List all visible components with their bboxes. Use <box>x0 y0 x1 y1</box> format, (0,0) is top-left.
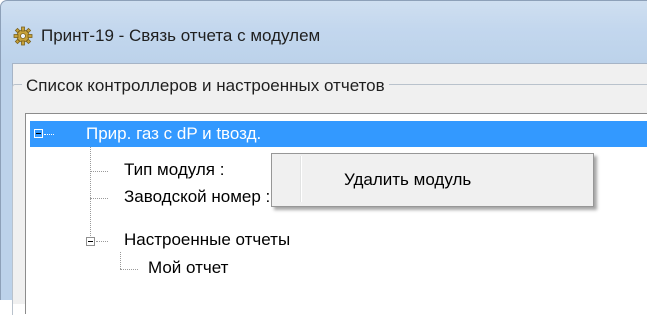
tree-connector-line <box>90 198 108 199</box>
tree-node-label: Тип модуля : <box>124 160 225 179</box>
gear-app-icon[interactable] <box>13 26 33 46</box>
tree-node-root[interactable]: Прир. газ с dP и tвозд. <box>30 121 647 147</box>
delete-module-menu-item[interactable]: Удалить модуль <box>344 170 471 190</box>
tree-connector-line <box>120 252 121 269</box>
context-menu: Удалить модуль <box>271 153 594 207</box>
tree-node-module-type[interactable]: Тип модуля : <box>124 160 224 180</box>
menu-icon-gutter <box>300 156 302 202</box>
tree-connector-line <box>120 269 138 270</box>
groupbox-label: Список контроллеров и настроенных отчето… <box>22 76 389 96</box>
tree-connector-line <box>44 134 54 135</box>
tree-connector-line <box>90 147 91 242</box>
tree-node-label: Прир. газ с dP и tвозд. <box>86 124 262 143</box>
collapse-icon[interactable] <box>86 237 95 246</box>
tree-node-label: Мой отчет <box>148 258 229 277</box>
tree-node-configured-reports[interactable]: Настроенные отчеты <box>124 230 290 250</box>
tree-connector-line <box>96 241 108 242</box>
title-bar[interactable]: Принт-19 - Связь отчета с модулем <box>1 1 647 64</box>
tree-connector-line <box>90 171 108 172</box>
collapse-icon[interactable] <box>34 129 43 138</box>
tree-node-report[interactable]: Мой отчет <box>148 258 228 278</box>
tree-node-label: Настроенные отчеты <box>124 230 291 249</box>
window-title: Принт-19 - Связь отчета с модулем <box>41 26 321 45</box>
